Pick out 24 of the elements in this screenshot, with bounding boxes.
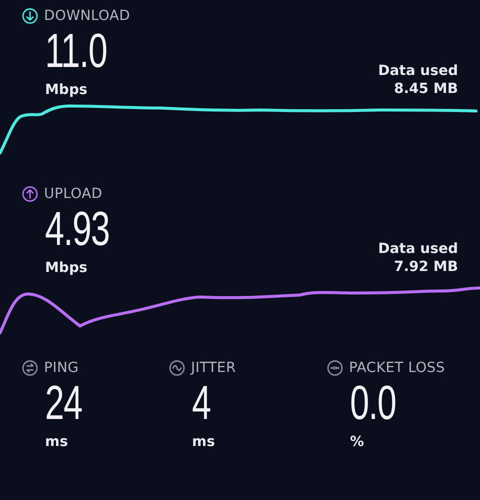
speed-value: 4.93 — [45, 202, 110, 258]
unit-label: Mbps — [45, 260, 88, 276]
metric-label: PACKET LOSS — [349, 360, 445, 376]
data-used-label: Data used — [378, 62, 458, 80]
data-used-label: Data used — [378, 240, 458, 258]
ping-icon — [22, 360, 38, 376]
unit-label: ms — [45, 434, 69, 450]
metric-label: PING — [44, 360, 79, 376]
section-label: UPLOAD — [44, 186, 102, 202]
unit-label: ms — [192, 434, 216, 450]
speed-value: 11.0 — [45, 24, 107, 80]
metric-label: JITTER — [191, 360, 236, 376]
packet-loss-icon — [327, 360, 343, 376]
download-icon — [22, 8, 38, 24]
wave-icon — [169, 360, 185, 376]
data-used-value: 7.92 MB — [394, 258, 458, 276]
unit-label: % — [350, 434, 366, 450]
data-used-value: 8.45 MB — [394, 80, 458, 98]
section-label: DOWNLOAD — [44, 8, 130, 24]
upload-icon — [22, 186, 38, 202]
unit-label: Mbps — [45, 82, 88, 98]
metric-value: 0.0 — [350, 376, 397, 432]
metric-value: 4 — [192, 376, 212, 432]
metric-value: 24 — [45, 376, 83, 432]
